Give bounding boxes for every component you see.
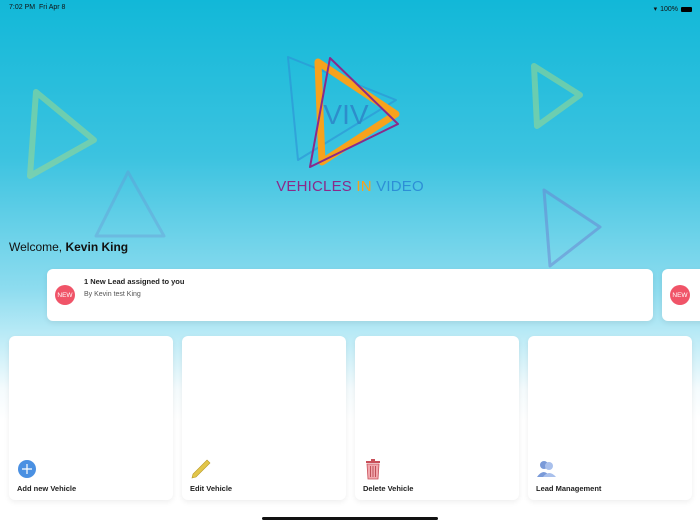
pencil-icon <box>191 459 211 479</box>
viv-logo: VIV <box>287 56 400 168</box>
new-badge: NEW <box>55 285 75 305</box>
card-label: Edit Vehicle <box>190 484 233 493</box>
card-label: Delete Vehicle <box>363 484 414 493</box>
triangle-deco-icon <box>27 89 97 179</box>
edit-vehicle-button[interactable]: Edit Vehicle <box>182 336 346 500</box>
triangle-deco-icon <box>531 63 583 129</box>
lead-card[interactable]: NEW 1 New Lead assigned to you By Kevin … <box>47 269 653 321</box>
users-icon <box>537 461 556 477</box>
svg-text:VIV: VIV <box>323 99 368 130</box>
brand-name: VEHICLES IN VIDEO <box>276 178 424 195</box>
lead-card[interactable]: NEW <box>662 269 700 321</box>
lead-management-button[interactable]: Lead Management <box>528 336 692 500</box>
lead-title: 1 New Lead assigned to you <box>84 277 185 286</box>
trash-icon <box>366 459 380 480</box>
welcome-message: Welcome, Kevin King <box>9 240 129 254</box>
card-label: Add new Vehicle <box>17 484 77 493</box>
triangle-deco-icon <box>542 188 602 268</box>
plus-circle-icon <box>18 460 36 478</box>
new-badge: NEW <box>670 285 690 305</box>
delete-vehicle-button[interactable]: Delete Vehicle <box>355 336 519 500</box>
user-name: Kevin King <box>65 240 129 254</box>
home-indicator[interactable] <box>262 517 438 520</box>
card-label: Lead Management <box>536 484 602 493</box>
add-vehicle-button[interactable]: Add new Vehicle <box>9 336 173 500</box>
lead-subtitle: By Kevin test King <box>84 291 141 298</box>
